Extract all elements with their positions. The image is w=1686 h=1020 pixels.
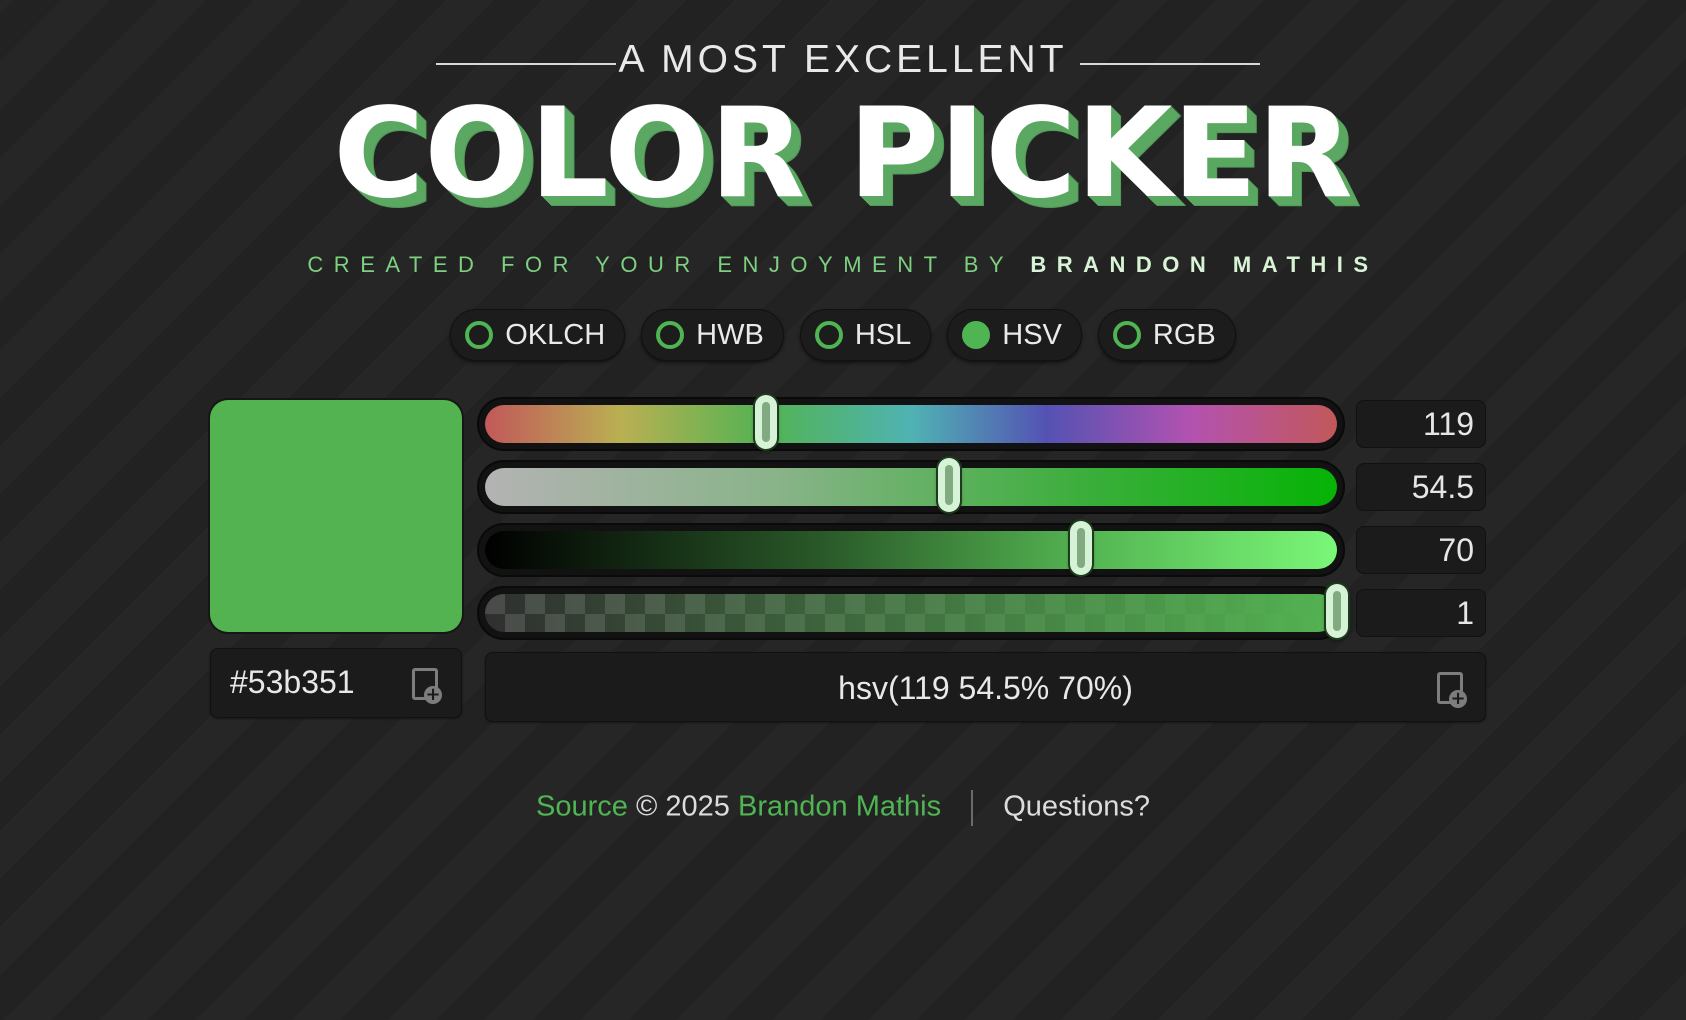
- radio-icon-selected[interactable]: [962, 321, 991, 349]
- radio-icon[interactable]: [814, 321, 843, 349]
- radio-icon[interactable]: [656, 321, 685, 349]
- color-mode-selector: OKLCH HWB HSL HSV RGB: [0, 309, 1686, 361]
- hex-value[interactable]: #53b351: [230, 664, 355, 701]
- mode-option-oklch[interactable]: OKLCH: [450, 309, 626, 361]
- mode-option-rgb[interactable]: RGB: [1097, 309, 1236, 361]
- mode-label: OKLCH: [505, 318, 606, 351]
- mode-option-hsv[interactable]: HSV: [947, 309, 1082, 361]
- mode-label: HWB: [696, 318, 764, 351]
- mode-label: HSL: [854, 318, 912, 351]
- saturation-slider-handle[interactable]: [938, 458, 961, 512]
- copy-icon[interactable]: +: [410, 668, 442, 704]
- value-gradient: [485, 531, 1337, 569]
- alpha-value-input[interactable]: 1: [1356, 589, 1486, 637]
- value-value-input[interactable]: 70: [1356, 526, 1486, 574]
- alpha-slider[interactable]: [477, 584, 1348, 640]
- value-slider[interactable]: [477, 521, 1345, 577]
- page-title: COLOR PICKER: [333, 82, 1353, 226]
- pretitle: A MOST EXCELLENT: [618, 38, 1068, 81]
- hex-output[interactable]: #53b351 +: [210, 648, 462, 718]
- copyright: © 2025: [635, 790, 730, 823]
- author-link[interactable]: Brandon Mathis: [738, 791, 941, 823]
- radio-icon[interactable]: [465, 321, 494, 349]
- source-link[interactable]: Source: [536, 791, 628, 823]
- hue-gradient: [485, 405, 1337, 443]
- saturation-value-input[interactable]: 54.5: [1356, 463, 1486, 511]
- footer-divider: [971, 790, 974, 826]
- hue-slider[interactable]: [477, 395, 1345, 451]
- byline: CREATED FOR YOUR ENJOYMENT BY BRANDON MA…: [0, 252, 1686, 278]
- pretitle-rule-right: [1080, 63, 1260, 65]
- byline-prefix: CREATED FOR YOUR ENJOYMENT BY: [307, 252, 1014, 277]
- radio-icon[interactable]: [1112, 321, 1141, 349]
- mode-label: RGB: [1152, 318, 1216, 351]
- hue-slider-handle[interactable]: [755, 395, 778, 449]
- alpha-slider-handle[interactable]: [1326, 584, 1348, 638]
- mode-option-hsl[interactable]: HSL: [799, 309, 932, 361]
- byline-author: BRANDON MATHIS: [1030, 252, 1379, 277]
- footer: Source © 2025 Brandon Mathis Questions?: [0, 790, 1686, 826]
- css-value[interactable]: hsv(119 54.5% 70%): [485, 670, 1486, 707]
- saturation-slider[interactable]: [477, 458, 1345, 514]
- mode-option-hwb[interactable]: HWB: [641, 309, 784, 361]
- mode-label: HSV: [1002, 318, 1062, 351]
- css-output[interactable]: hsv(119 54.5% 70%) +: [485, 652, 1486, 722]
- color-swatch: [210, 400, 462, 632]
- hue-value-input[interactable]: 119: [1356, 400, 1486, 448]
- alpha-gradient: [485, 594, 1337, 632]
- saturation-gradient: [485, 468, 1337, 506]
- copy-icon[interactable]: +: [1435, 672, 1467, 708]
- value-slider-handle[interactable]: [1070, 521, 1093, 575]
- questions-link[interactable]: Questions?: [1003, 791, 1150, 823]
